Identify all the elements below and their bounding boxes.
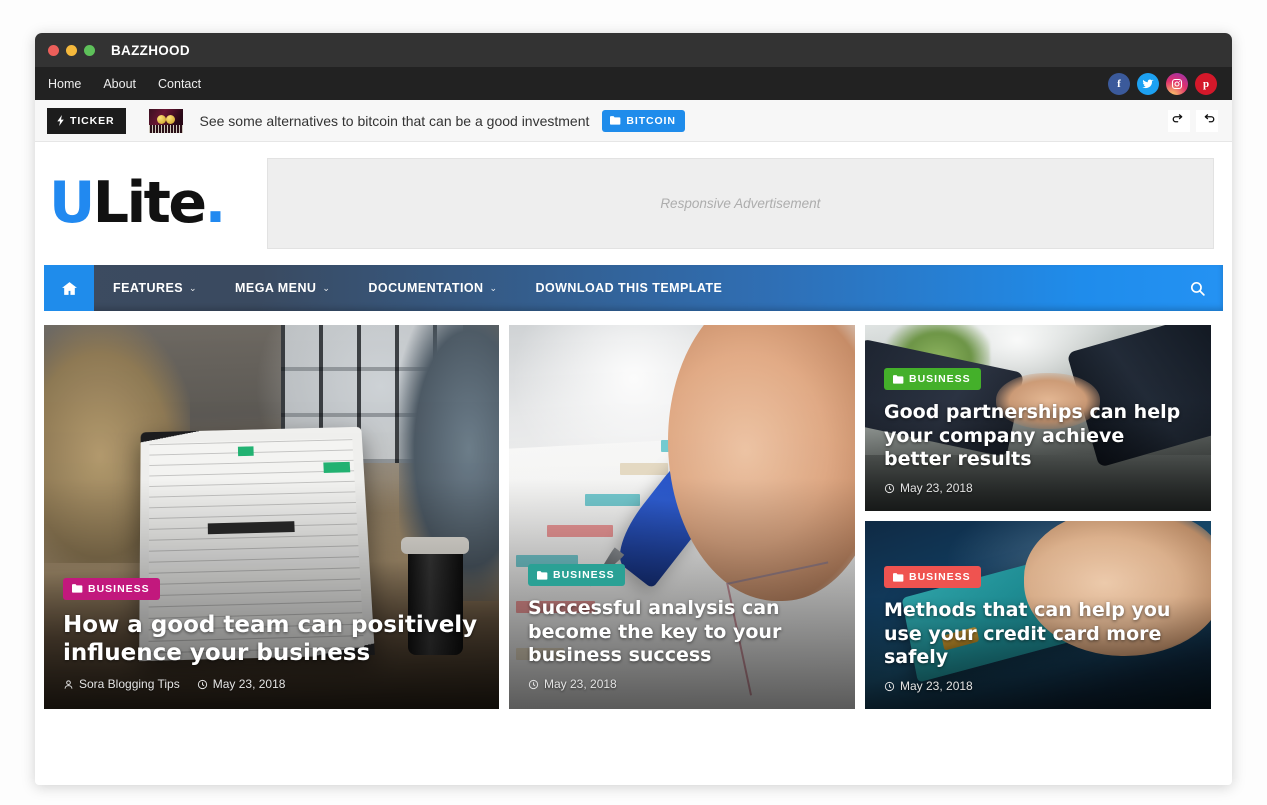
bolt-icon bbox=[57, 115, 64, 126]
card-meta: May 23, 2018 bbox=[884, 481, 1192, 495]
site-header: ULite. Responsive Advertisement bbox=[35, 142, 1232, 265]
card-content: BUSINESS Methods that can help you use y… bbox=[865, 566, 1211, 709]
browser-window: BAZZHOOD Home About Contact f p TICKER S… bbox=[35, 33, 1232, 785]
card-title[interactable]: Good partnerships can help your company … bbox=[884, 401, 1192, 471]
category-badge-label: BUSINESS bbox=[553, 569, 615, 582]
featured-posts-grid: BUSINESS How a good team can positively … bbox=[44, 325, 1223, 709]
instagram-icon[interactable] bbox=[1166, 72, 1188, 95]
social-links: f p bbox=[1108, 72, 1217, 95]
news-ticker: TICKER See some alternatives to bitcoin … bbox=[35, 100, 1232, 142]
search-icon[interactable] bbox=[1171, 265, 1223, 311]
category-badge[interactable]: BUSINESS bbox=[884, 566, 981, 589]
top-nav-item-home[interactable]: Home bbox=[48, 77, 81, 91]
card-date: May 23, 2018 bbox=[884, 679, 973, 693]
ticker-badge-label: TICKER bbox=[70, 114, 115, 127]
advertisement-label: Responsive Advertisement bbox=[660, 196, 821, 211]
card-meta: May 23, 2018 bbox=[884, 679, 1192, 693]
maximize-window-button[interactable] bbox=[84, 44, 95, 56]
top-nav-item-about[interactable]: About bbox=[103, 77, 136, 91]
category-badge[interactable]: BUSINESS bbox=[528, 564, 625, 587]
card-date: May 23, 2018 bbox=[884, 481, 973, 495]
prev-arrow-icon[interactable] bbox=[1168, 109, 1190, 132]
card-content: BUSINESS Successful analysis can become … bbox=[509, 564, 855, 709]
window-titlebar: BAZZHOOD bbox=[35, 33, 1232, 67]
window-title: BAZZHOOD bbox=[111, 42, 190, 58]
folder-icon bbox=[610, 116, 621, 125]
user-icon bbox=[64, 679, 73, 689]
logo-part-lite: Lite bbox=[92, 170, 207, 236]
menu-item-mega-menu-label: MEGA MENU bbox=[235, 281, 317, 295]
menu-item-features[interactable]: FEATURES ⌄ bbox=[94, 265, 216, 311]
featured-card-quaternary[interactable]: BUSINESS Methods that can help you use y… bbox=[865, 521, 1211, 709]
card-meta: Sora Blogging Tips May 23, 2018 bbox=[63, 677, 480, 691]
category-badge[interactable]: BUSINESS bbox=[884, 368, 981, 391]
window-controls[interactable] bbox=[48, 44, 95, 56]
minimize-window-button[interactable] bbox=[66, 44, 77, 56]
card-date-label: May 23, 2018 bbox=[544, 677, 617, 691]
category-badge-label: BUSINESS bbox=[909, 373, 971, 386]
clock-icon bbox=[884, 681, 895, 691]
card-author-label: Sora Blogging Tips bbox=[79, 677, 180, 691]
menu-item-download-template-label: DOWNLOAD THIS TEMPLATE bbox=[535, 281, 723, 295]
card-date-label: May 23, 2018 bbox=[212, 677, 286, 691]
menu-item-documentation-label: DOCUMENTATION bbox=[368, 281, 484, 295]
advertisement-placeholder: Responsive Advertisement bbox=[266, 158, 1214, 249]
ticker-thumbnail[interactable] bbox=[149, 108, 184, 133]
card-date: May 23, 2018 bbox=[528, 677, 617, 691]
card-title[interactable]: How a good team can positively influence… bbox=[63, 611, 480, 667]
next-arrow-icon[interactable] bbox=[1196, 109, 1218, 132]
main-menu-bar: FEATURES ⌄ MEGA MENU ⌄ DOCUMENTATION ⌄ D… bbox=[44, 265, 1223, 311]
card-title[interactable]: Methods that can help you use your credi… bbox=[884, 599, 1192, 669]
menu-item-mega-menu[interactable]: MEGA MENU ⌄ bbox=[216, 265, 349, 311]
chevron-down-icon: ⌄ bbox=[322, 282, 331, 293]
card-content: BUSINESS Good partnerships can help your… bbox=[865, 368, 1211, 511]
logo-part-dot: . bbox=[204, 170, 227, 236]
chevron-down-icon: ⌄ bbox=[189, 282, 198, 293]
card-date-label: May 23, 2018 bbox=[900, 679, 973, 693]
facebook-icon[interactable]: f bbox=[1108, 72, 1130, 95]
clock-icon bbox=[197, 679, 207, 689]
card-title[interactable]: Successful analysis can become the key t… bbox=[528, 597, 836, 667]
twitter-icon[interactable] bbox=[1137, 72, 1159, 95]
chevron-down-icon: ⌄ bbox=[489, 282, 498, 293]
clock-icon bbox=[528, 679, 539, 689]
top-navigation-bar: Home About Contact f p bbox=[35, 67, 1232, 100]
home-icon[interactable] bbox=[44, 265, 94, 311]
close-window-button[interactable] bbox=[48, 44, 59, 56]
ticker-navigation bbox=[1168, 109, 1218, 132]
site-logo[interactable]: ULite. bbox=[49, 175, 226, 232]
menu-item-documentation[interactable]: DOCUMENTATION ⌄ bbox=[349, 265, 516, 311]
logo-part-u: U bbox=[49, 170, 95, 236]
category-badge-label: BUSINESS bbox=[88, 582, 150, 595]
menu-item-download-template[interactable]: DOWNLOAD THIS TEMPLATE bbox=[517, 265, 742, 311]
category-badge[interactable]: BUSINESS bbox=[63, 577, 160, 600]
category-badge-label: BUSINESS bbox=[909, 571, 971, 584]
card-content: BUSINESS How a good team can positively … bbox=[44, 577, 499, 709]
featured-card-primary[interactable]: BUSINESS How a good team can positively … bbox=[44, 325, 499, 709]
top-nav-links: Home About Contact bbox=[48, 77, 201, 91]
clock-icon bbox=[884, 483, 895, 493]
featured-card-tertiary[interactable]: BUSINESS Good partnerships can help your… bbox=[865, 325, 1211, 511]
featured-card-secondary[interactable]: BUSINESS Successful analysis can become … bbox=[509, 325, 855, 709]
ticker-headline[interactable]: See some alternatives to bitcoin that ca… bbox=[199, 113, 589, 129]
menu-item-features-label: FEATURES bbox=[113, 281, 184, 295]
card-date: May 23, 2018 bbox=[197, 677, 286, 691]
top-nav-item-contact[interactable]: Contact bbox=[158, 77, 201, 91]
main-menu-items: FEATURES ⌄ MEGA MENU ⌄ DOCUMENTATION ⌄ D… bbox=[94, 265, 741, 311]
folder-icon bbox=[893, 573, 904, 582]
ticker-category-label: BITCOIN bbox=[626, 114, 676, 127]
card-author: Sora Blogging Tips bbox=[63, 677, 180, 691]
pinterest-icon[interactable]: p bbox=[1195, 72, 1217, 95]
ticker-badge: TICKER bbox=[47, 107, 127, 134]
folder-icon bbox=[537, 571, 548, 580]
card-meta: May 23, 2018 bbox=[528, 677, 836, 691]
folder-icon bbox=[893, 375, 904, 384]
screenshot-root: BAZZHOOD Home About Contact f p TICKER S… bbox=[0, 0, 1267, 805]
folder-icon bbox=[72, 584, 83, 594]
card-date-label: May 23, 2018 bbox=[900, 481, 973, 495]
ticker-category-badge[interactable]: BITCOIN bbox=[602, 109, 685, 132]
